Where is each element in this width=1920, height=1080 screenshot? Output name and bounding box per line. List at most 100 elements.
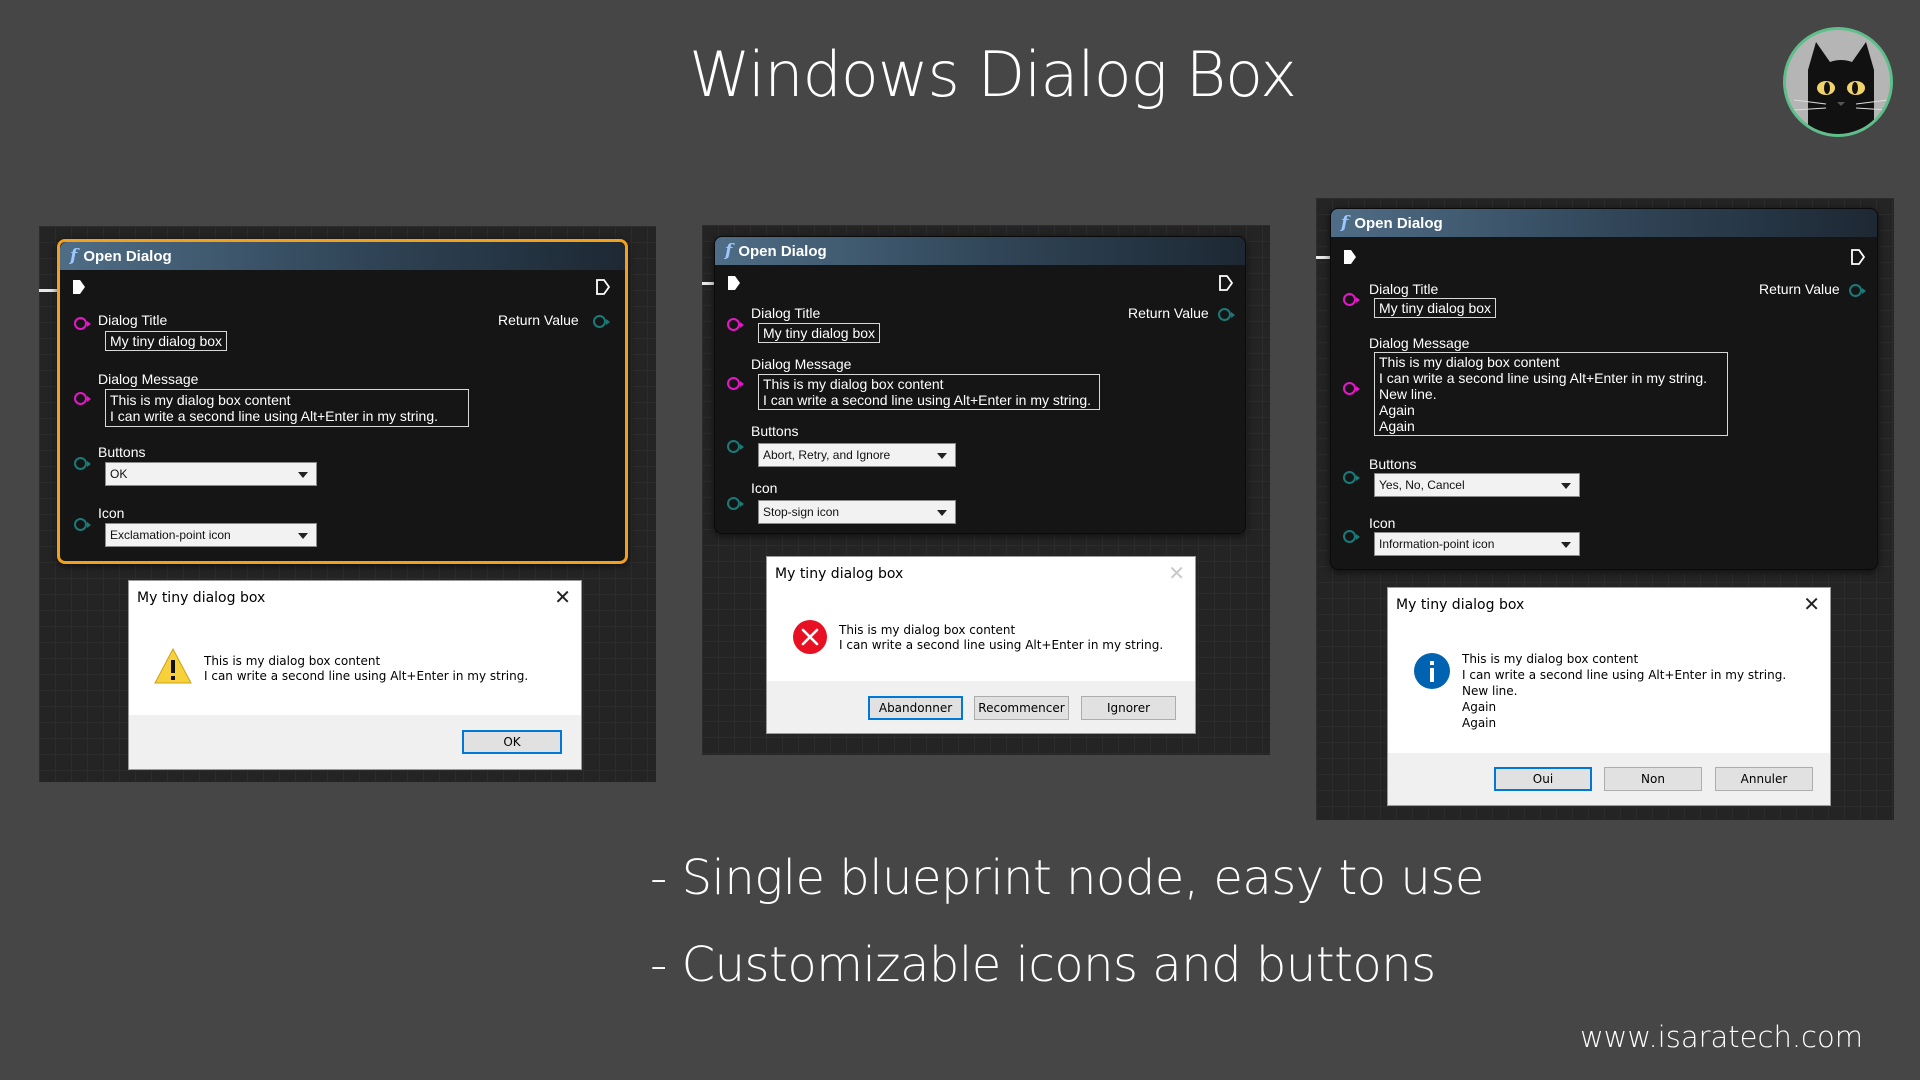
exec-wire — [1316, 256, 1330, 259]
warning-icon — [154, 647, 192, 684]
open-dialog-node[interactable]: f Open Dialog Dialog Title My tiny dialog… — [57, 239, 628, 564]
no-button[interactable]: Non — [1604, 767, 1702, 791]
cat-avatar-logo — [1783, 27, 1893, 137]
blueprint-panel-1: f Open Dialog Dialog Title My tiny dialog… — [39, 226, 656, 782]
retry-button[interactable]: Recommencer — [974, 696, 1069, 720]
blueprint-panel-3: f Open Dialog Dialog Title My tiny dialog… — [1316, 198, 1894, 820]
icon-dropdown[interactable]: Stop-sign icon — [758, 500, 956, 524]
return-value-pin[interactable] — [1218, 308, 1235, 321]
buttons-dropdown-value: OK — [110, 467, 128, 481]
icon-pin[interactable] — [1343, 530, 1360, 543]
feature-bullet-1: - Single blueprint node, easy to use — [650, 850, 1484, 906]
dialog-title-field[interactable]: My tiny dialog box — [105, 331, 228, 351]
exec-in-pin[interactable] — [727, 275, 741, 291]
yes-button[interactable]: Oui — [1494, 767, 1592, 791]
buttons-pin[interactable] — [74, 457, 91, 470]
function-icon: f — [1341, 213, 1349, 233]
buttons-label: Buttons — [1369, 456, 1417, 472]
icon-label: Icon — [751, 480, 778, 496]
dialog-message: This is my dialog box content I can writ… — [204, 654, 529, 683]
node-header: f Open Dialog — [60, 242, 625, 270]
ignore-button[interactable]: Ignorer — [1081, 696, 1176, 720]
dialog-title-label: Dialog Title — [751, 305, 821, 321]
node-title: Open Dialog — [83, 247, 172, 265]
icon-dropdown-value: Exclamation-point icon — [110, 528, 231, 542]
buttons-dropdown[interactable]: Abort, Retry, and Ignore — [758, 443, 956, 467]
return-value-label: Return Value — [498, 312, 579, 328]
dialog-message-field[interactable]: This is my dialog box content I can writ… — [1374, 352, 1728, 436]
windows-dialog-3: My tiny dialog box ✕ This is my dialog b… — [1387, 587, 1831, 806]
icon-pin[interactable] — [74, 518, 91, 531]
function-icon: f — [725, 241, 733, 261]
icon-dropdown[interactable]: Information-point icon — [1374, 532, 1580, 556]
dialog-title-pin[interactable] — [74, 317, 91, 330]
buttons-pin[interactable] — [1343, 471, 1360, 484]
dialog-title-field[interactable]: My tiny dialog box — [758, 323, 881, 343]
exec-wire — [39, 289, 59, 292]
exec-in-pin[interactable] — [1343, 249, 1357, 265]
buttons-label: Buttons — [98, 444, 146, 460]
dialog-message: This is my dialog box content I can writ… — [1462, 652, 1787, 730]
icon-label: Icon — [98, 505, 125, 521]
dialog-message-pin[interactable] — [727, 377, 744, 390]
info-icon — [1414, 653, 1450, 689]
icon-label: Icon — [1369, 515, 1396, 531]
exec-out-pin[interactable] — [1219, 275, 1233, 291]
exec-out-pin[interactable] — [1851, 249, 1865, 265]
return-value-pin[interactable] — [1849, 284, 1866, 297]
return-value-label: Return Value — [1759, 281, 1840, 297]
dialog-title: My tiny dialog box — [137, 590, 266, 606]
dialog-title-label: Dialog Title — [98, 312, 168, 328]
chevron-down-icon — [1561, 483, 1571, 489]
dialog-title-pin[interactable] — [727, 318, 744, 331]
close-icon[interactable]: ✕ — [1168, 561, 1185, 585]
buttons-dropdown-value: Abort, Retry, and Ignore — [763, 448, 891, 462]
dialog-message-label: Dialog Message — [98, 371, 199, 387]
buttons-dropdown[interactable]: OK — [105, 462, 317, 486]
chevron-down-icon — [298, 472, 308, 478]
dialog-footer: OK — [129, 715, 581, 769]
dialog-footer: Abandonner Recommencer Ignorer — [767, 681, 1195, 733]
dialog-title-pin[interactable] — [1343, 293, 1360, 306]
buttons-dropdown[interactable]: Yes, No, Cancel — [1374, 473, 1580, 497]
node-header: f Open Dialog — [715, 237, 1245, 265]
icon-pin[interactable] — [727, 497, 744, 510]
dialog-title: My tiny dialog box — [775, 566, 904, 582]
return-value-pin[interactable] — [593, 315, 610, 328]
dialog-title-field[interactable]: My tiny dialog box — [1374, 298, 1497, 318]
chevron-down-icon — [298, 533, 308, 539]
dialog-title-label: Dialog Title — [1369, 281, 1439, 297]
icon-dropdown-value: Stop-sign icon — [763, 505, 840, 519]
windows-dialog-1: My tiny dialog box ✕ This is my dialog b… — [128, 580, 582, 770]
ok-button[interactable]: OK — [462, 730, 562, 754]
dialog-message-pin[interactable] — [1343, 382, 1360, 395]
error-icon — [793, 620, 827, 654]
buttons-dropdown-value: Yes, No, Cancel — [1379, 478, 1465, 492]
dialog-message-label: Dialog Message — [751, 356, 852, 372]
exec-out-pin[interactable] — [596, 279, 610, 295]
feature-bullet-2: - Customizable icons and buttons — [650, 937, 1436, 993]
chevron-down-icon — [937, 510, 947, 516]
windows-dialog-2: My tiny dialog box ✕ This is my dialog b… — [766, 556, 1196, 734]
dialog-message-field[interactable]: This is my dialog box content I can writ… — [758, 374, 1100, 410]
open-dialog-node[interactable]: f Open Dialog Dialog Title My tiny dialog… — [714, 236, 1246, 534]
icon-dropdown[interactable]: Exclamation-point icon — [105, 523, 317, 547]
open-dialog-node[interactable]: f Open Dialog Dialog Title My tiny dialog… — [1330, 208, 1878, 570]
close-icon[interactable]: ✕ — [554, 585, 571, 609]
dialog-message-pin[interactable] — [74, 392, 91, 405]
node-title: Open Dialog — [1354, 214, 1443, 232]
dialog-message-field[interactable]: This is my dialog box content I can writ… — [105, 389, 469, 427]
close-icon[interactable]: ✕ — [1803, 592, 1820, 616]
abort-button[interactable]: Abandonner — [868, 696, 963, 720]
dialog-message-label: Dialog Message — [1369, 335, 1470, 351]
dialog-footer: Oui Non Annuler — [1388, 753, 1830, 805]
node-title: Open Dialog — [738, 242, 827, 260]
buttons-pin[interactable] — [727, 440, 744, 453]
dialog-title: My tiny dialog box — [1396, 597, 1525, 613]
exec-in-pin[interactable] — [72, 279, 86, 295]
buttons-label: Buttons — [751, 423, 799, 439]
function-icon: f — [70, 246, 78, 266]
cancel-button[interactable]: Annuler — [1715, 767, 1813, 791]
website-link[interactable]: www.isaratech.com — [1580, 1020, 1863, 1054]
node-header: f Open Dialog — [1331, 209, 1877, 237]
